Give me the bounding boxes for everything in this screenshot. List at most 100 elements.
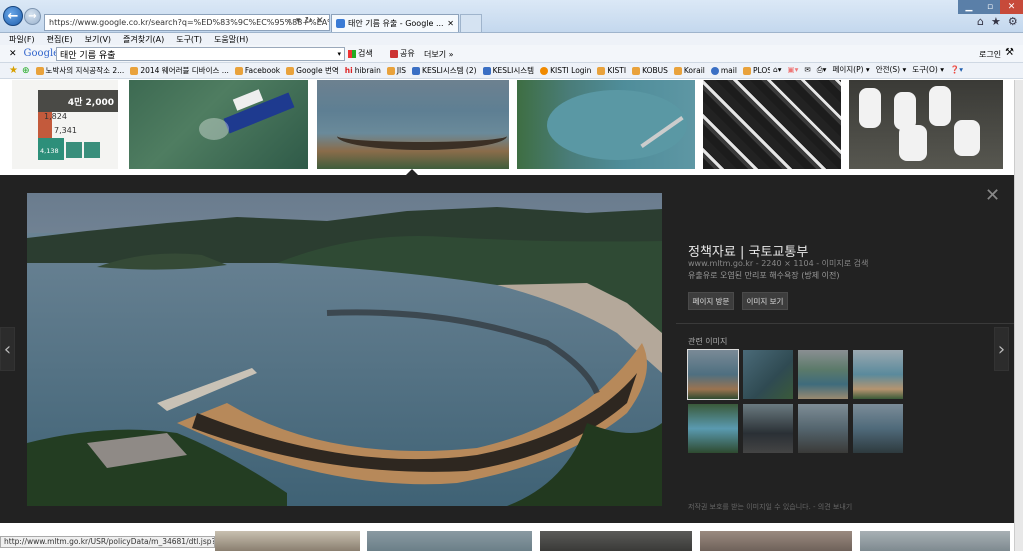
chevron-down-icon[interactable]: ▾: [337, 50, 341, 58]
infographic-small-box: [66, 142, 82, 158]
page-icon: [35, 66, 44, 75]
infographic-dark-box: 4만 2,000: [38, 90, 118, 112]
menu-favorites[interactable]: 즐겨찾기(A): [123, 34, 164, 45]
image-result[interactable]: [700, 531, 852, 551]
fav-label: KESLI시스템: [492, 66, 535, 75]
related-image[interactable]: [688, 404, 738, 453]
fav-label: Korail: [683, 66, 705, 75]
fav-item[interactable]: mail: [710, 66, 737, 75]
related-image[interactable]: [853, 404, 903, 453]
address-actions: ⌕ ▾ ↻ ✕: [287, 16, 324, 26]
related-image[interactable]: [798, 404, 848, 453]
preview-main-image[interactable]: [27, 193, 662, 506]
fav-item[interactable]: 2014 웨어러블 디바이스 ...: [130, 65, 229, 76]
toolbar-close-icon[interactable]: ✕: [9, 49, 17, 59]
browser-toolbar-icons: ⌂ ★ ⚙: [977, 15, 1018, 28]
back-arrow-icon[interactable]: ←: [3, 6, 23, 26]
fav-item[interactable]: JIS: [386, 66, 406, 75]
share-button[interactable]: 공유: [390, 48, 415, 59]
page-icon: [597, 66, 606, 75]
favorites-icon[interactable]: ★: [9, 65, 18, 76]
maximize-icon[interactable]: ▫: [980, 0, 1000, 14]
menu-tools[interactable]: 도구(T): [176, 34, 202, 45]
close-icon[interactable]: ✕: [985, 185, 1000, 206]
print-icon[interactable]: ⎙▾: [817, 65, 827, 75]
preview-description: 유출유로 오염된 만리포 해수욕장 (방제 이전): [688, 271, 840, 280]
related-image[interactable]: [798, 350, 848, 399]
dropdown-icon[interactable]: ▾: [296, 16, 301, 26]
read-mail-icon[interactable]: ✉: [804, 65, 810, 74]
image-result[interactable]: [215, 531, 360, 551]
page-icon: [130, 66, 139, 75]
cmd-safety[interactable]: 안전(S) ▾: [876, 64, 907, 75]
fav-item[interactable]: KESLI시스템 (2): [412, 65, 477, 76]
refresh-icon[interactable]: ↻: [305, 16, 313, 26]
fav-item[interactable]: KOBUS: [632, 66, 668, 75]
fav-item[interactable]: Facebook: [234, 66, 280, 75]
status-bar: http://www.mltm.go.kr/USR/policyData/m_3…: [0, 536, 215, 548]
image-result-beach-aerial[interactable]: [317, 80, 509, 169]
image-result[interactable]: [367, 531, 532, 551]
cmd-page[interactable]: 페이지(P) ▾: [832, 64, 869, 75]
fav-item[interactable]: KISTI Login: [540, 66, 591, 75]
wrench-icon[interactable]: ⚒: [1005, 47, 1014, 58]
forward-arrow-icon[interactable]: →: [24, 8, 41, 25]
fav-item[interactable]: PLOS: [742, 66, 772, 75]
visit-page-button[interactable]: 페이지 방문: [688, 292, 734, 310]
more-button[interactable]: 더보기 »: [424, 49, 454, 60]
prev-image-arrow-icon[interactable]: ‹: [0, 327, 15, 371]
rss-icon[interactable]: ▣▾: [788, 65, 799, 74]
menu-edit[interactable]: 편집(E): [47, 34, 73, 45]
related-image[interactable]: [687, 349, 739, 400]
fav-item[interactable]: Google 번역: [286, 65, 339, 76]
cmd-tools[interactable]: 도구(O) ▾: [912, 64, 944, 75]
worker: [899, 125, 927, 161]
tab-close-icon[interactable]: ✕: [447, 19, 454, 28]
image-result-ship[interactable]: [129, 80, 308, 169]
menu-help[interactable]: 도움말(H): [214, 34, 248, 45]
fav-item[interactable]: KISTI: [597, 66, 626, 75]
login-link[interactable]: 로그인: [979, 49, 1001, 60]
kesli-icon: [482, 66, 491, 75]
image-result-oil-rocks[interactable]: [703, 80, 841, 169]
tab-search[interactable]: 태안 기름 유출 - Google ... ✕: [331, 14, 459, 32]
gear-icon[interactable]: ⚙: [1008, 15, 1018, 28]
google-search-input[interactable]: 태안 기름 유출 ▾: [56, 47, 345, 61]
oil-band: [337, 122, 507, 150]
related-image[interactable]: [743, 350, 793, 399]
related-image[interactable]: [853, 350, 903, 399]
view-image-button[interactable]: 이미지 보기: [742, 292, 788, 310]
kesli-icon: [412, 66, 421, 75]
new-tab-button[interactable]: [460, 14, 482, 32]
fav-item[interactable]: hi hibrain: [345, 66, 381, 75]
minimize-icon[interactable]: ▁: [958, 0, 980, 14]
fav-label: 2014 웨어러블 디바이스 ...: [140, 66, 229, 75]
command-bar: ⌂▾ ▣▾ ✉ ⎙▾ 페이지(P) ▾ 안전(S) ▾ 도구(O) ▾ ❓▾: [770, 64, 964, 75]
image-result-harbor[interactable]: [517, 80, 695, 169]
image-result[interactable]: [860, 531, 1010, 551]
related-image[interactable]: [743, 404, 793, 453]
menu-view[interactable]: 보기(V): [85, 34, 111, 45]
home-cmd-icon[interactable]: ⌂▾: [773, 65, 782, 74]
google-search-button[interactable]: 검색: [348, 48, 373, 59]
menu-bar: 파일(F) 편집(E) 보기(V) 즐겨찾기(A) 도구(T) 도움말(H): [0, 33, 1023, 45]
search-icon[interactable]: ⌕: [287, 16, 292, 26]
fav-item[interactable]: Korail: [673, 66, 705, 75]
fav-item[interactable]: KESLI시스템: [482, 65, 535, 76]
page-icon: [632, 66, 641, 75]
help-icon[interactable]: ❓▾: [950, 65, 963, 74]
image-result-infographic[interactable]: 4만 2,000 1,824 7,341 4,138: [12, 80, 118, 169]
home-icon[interactable]: ⌂: [977, 15, 984, 28]
image-result[interactable]: [540, 531, 692, 551]
menu-file[interactable]: 파일(F): [9, 34, 35, 45]
next-image-arrow-icon[interactable]: ›: [994, 327, 1009, 371]
image-result-cleanup-workers[interactable]: [849, 80, 1003, 169]
close-icon[interactable]: ✕: [316, 16, 324, 26]
google-logo: Google: [23, 48, 60, 59]
vertical-scrollbar[interactable]: [1014, 80, 1023, 551]
add-favorite-icon[interactable]: ⊕: [22, 66, 30, 76]
favorites-star-icon[interactable]: ★: [991, 15, 1001, 28]
fav-item[interactable]: 노박사의 지식공작소 2...: [35, 65, 124, 76]
copyright-notice[interactable]: 저작권 보호를 받는 이미지일 수 있습니다. - 의견 보내기: [688, 502, 852, 512]
window-close-icon[interactable]: ✕: [1000, 0, 1023, 14]
